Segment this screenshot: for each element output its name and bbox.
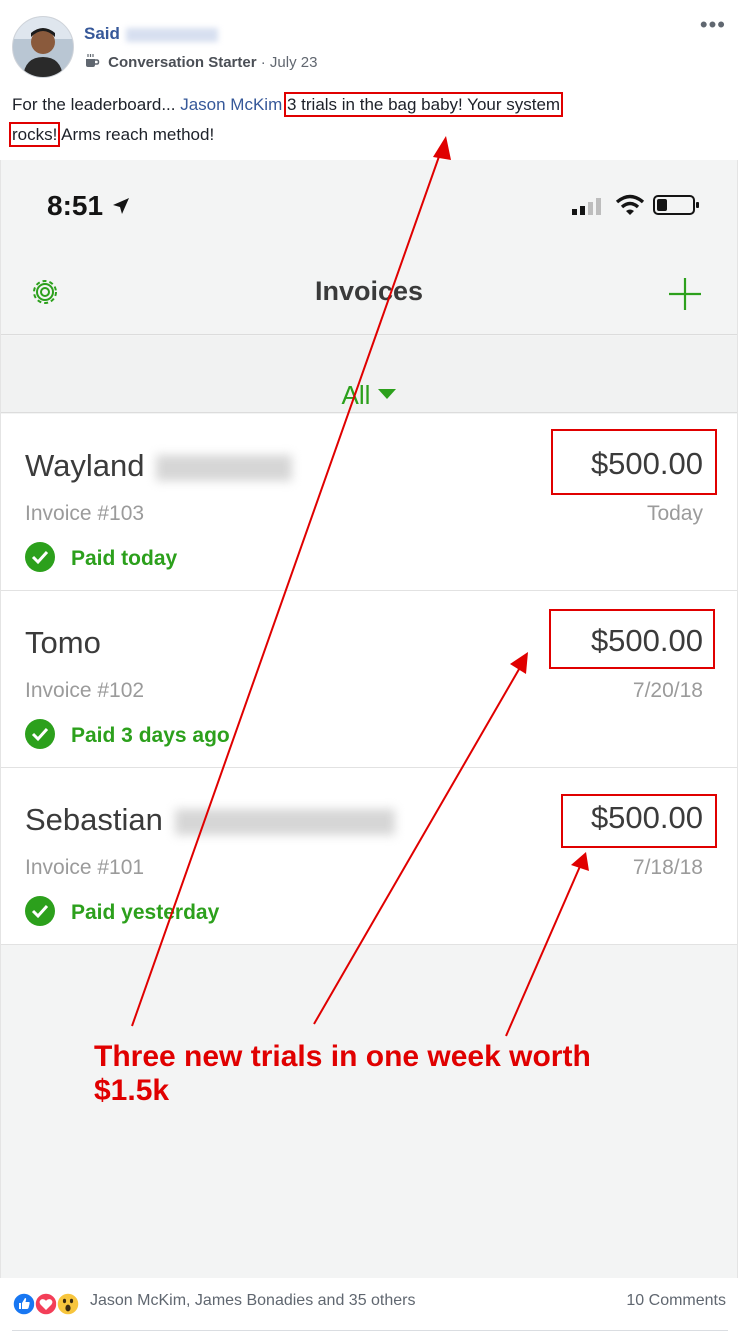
amount-highlight-box xyxy=(551,429,717,495)
invoice-number: Invoice #102 xyxy=(25,679,145,702)
meta-separator: · xyxy=(260,54,266,71)
nav-bar: Invoices xyxy=(1,246,737,335)
signal-icon xyxy=(572,198,602,215)
payment-status: Paid 3 days ago xyxy=(25,719,230,749)
invoice-date: 7/18/18 xyxy=(632,856,703,879)
invoice-number: Invoice #101 xyxy=(25,856,145,879)
payment-status-text: Paid yesterday xyxy=(71,901,220,924)
plus-icon[interactable] xyxy=(665,274,705,314)
post-footer: Jason McKim, James Bonadies and 35 other… xyxy=(0,1278,740,1340)
filter-dropdown[interactable]: All xyxy=(1,336,737,413)
check-circle-icon xyxy=(25,896,55,926)
customer-first-name: Sebastian xyxy=(25,802,163,837)
payment-status: Paid yesterday xyxy=(25,896,219,926)
customer-name: Wayland xyxy=(25,448,293,484)
coffee-icon xyxy=(86,54,100,67)
payment-status-text: Paid 3 days ago xyxy=(71,724,230,747)
post-text-suffix: Arms reach method! xyxy=(57,125,215,144)
comments-count-link[interactable]: 10 Comments xyxy=(626,1292,726,1310)
divider xyxy=(12,1330,728,1331)
post-text: For the leaderboard... Jason McKim 3 tri… xyxy=(8,90,712,150)
author-surname-redacted xyxy=(125,27,218,42)
post-text-prefix: For the leaderboard... xyxy=(12,95,181,114)
annotation-line-2: $1.5k xyxy=(94,1074,170,1107)
location-arrow-icon xyxy=(112,198,129,214)
customer-first-name: Tomo xyxy=(25,625,101,660)
page-title: Invoices xyxy=(314,276,424,306)
author-name[interactable]: Said xyxy=(84,24,120,43)
status-icons xyxy=(572,194,701,221)
author-name-link[interactable]: Said xyxy=(84,24,218,44)
post-header: Said Conversation Starter · July 23 ••• … xyxy=(0,0,740,160)
invoice-app-screenshot[interactable]: 8:51 Invoices All Wayland $500.00 Invoic… xyxy=(0,160,738,1278)
payment-status: Paid today xyxy=(25,542,177,572)
customer-name: Sebastian xyxy=(25,802,395,838)
customer-name: Tomo xyxy=(25,625,101,661)
annotation-line-1: Three new trials in one week worth xyxy=(94,1040,591,1073)
highlighted-text-1: 3 trials in the bag baby! Your system xyxy=(283,92,564,117)
mention-link[interactable]: Jason McKim xyxy=(180,95,282,114)
wow-icon xyxy=(56,1292,80,1316)
customer-surname-redacted xyxy=(174,808,395,835)
battery-icon xyxy=(653,195,699,215)
post-date[interactable]: July 23 xyxy=(270,54,318,71)
check-circle-icon xyxy=(25,719,55,749)
filter-label[interactable]: All xyxy=(342,358,397,411)
status-time-text: 8:51 xyxy=(47,190,104,221)
customer-first-name: Wayland xyxy=(25,448,145,483)
like-icon xyxy=(12,1292,36,1316)
amount-highlight-box xyxy=(561,794,717,848)
check-circle-icon xyxy=(25,542,55,572)
more-options-button[interactable]: ••• xyxy=(700,12,726,38)
annotation-text: Three new trials in one week worth $1.5k xyxy=(94,1040,591,1108)
author-avatar[interactable] xyxy=(12,16,74,78)
reaction-names[interactable]: Jason McKim, James Bonadies and 35 other… xyxy=(90,1292,416,1310)
invoice-date: 7/20/18 xyxy=(632,679,703,702)
invoice-date: Today xyxy=(646,502,703,525)
highlighted-text-2: rocks! xyxy=(8,122,61,147)
customer-surname-redacted xyxy=(156,454,293,481)
payment-status-text: Paid today xyxy=(71,547,178,570)
invoice-number: Invoice #103 xyxy=(25,502,145,525)
filter-value: All xyxy=(341,380,371,410)
post-meta: Conversation Starter · July 23 xyxy=(84,53,317,71)
wifi-icon xyxy=(615,194,644,215)
chevron-down-icon xyxy=(378,389,397,399)
status-time: 8:51 xyxy=(47,190,131,222)
love-icon xyxy=(34,1292,58,1316)
amount-highlight-box xyxy=(549,609,715,669)
member-badge[interactable]: Conversation Starter xyxy=(108,54,256,71)
